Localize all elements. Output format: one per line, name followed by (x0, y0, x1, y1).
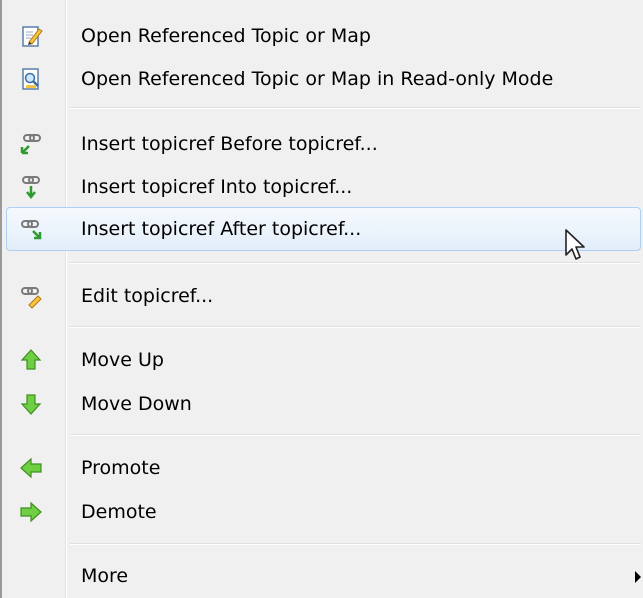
menu-item-label: Open Referenced Topic or Map (81, 25, 371, 47)
menu-item-label: Insert topicref Into topicref... (81, 176, 353, 198)
menu-item-demote[interactable]: Demote (6, 490, 641, 534)
arrow-right-icon (18, 499, 44, 525)
arrow-down-icon (18, 391, 44, 417)
menu-separator (70, 326, 641, 328)
menu-item-move-up[interactable]: Move Up (6, 338, 641, 382)
link-insert-into-icon (18, 174, 44, 200)
edit-document-icon (18, 23, 44, 49)
menu-item-insert-before[interactable]: Insert topicref Before topicref... (6, 122, 641, 166)
link-insert-before-icon (18, 131, 44, 157)
menu-item-label: Open Referenced Topic or Map in Read-onl… (81, 68, 554, 90)
mouse-pointer-icon (564, 228, 588, 266)
menu-item-label: Insert topicref After topicref... (81, 218, 362, 240)
menu-item-label: More (81, 565, 129, 587)
menu-item-insert-into[interactable]: Insert topicref Into topicref... (6, 165, 641, 209)
submenu-arrow-icon (635, 571, 641, 583)
menu-item-label: Insert topicref Before topicref... (81, 133, 378, 155)
menu-item-label: Move Up (81, 349, 164, 371)
menu-item-label: Edit topicref... (81, 285, 214, 307)
menu-item-label: Move Down (81, 393, 192, 415)
menu-separator (70, 543, 641, 545)
menu-separator (70, 434, 641, 436)
arrow-left-icon (18, 455, 44, 481)
menu-item-label: Promote (81, 457, 161, 479)
menu-item-promote[interactable]: Promote (6, 446, 641, 490)
arrow-up-icon (18, 347, 44, 373)
menu-item-label: Demote (81, 501, 157, 523)
menu-item-more[interactable]: More (6, 554, 641, 598)
menu-separator (70, 262, 641, 264)
menu-item-edit-topicref[interactable]: Edit topicref... (6, 274, 641, 318)
menu-separator (70, 107, 641, 109)
readonly-document-icon (18, 66, 44, 92)
link-edit-icon (18, 283, 44, 309)
link-insert-after-icon (18, 216, 44, 242)
menu-item-insert-after[interactable]: Insert topicref After topicref... (6, 207, 641, 251)
menu-item-move-down[interactable]: Move Down (6, 382, 641, 426)
menu-item-open-referenced[interactable]: Open Referenced Topic or Map (6, 14, 641, 58)
context-menu: Open Referenced Topic or Map Open Refere… (0, 0, 643, 598)
menu-item-open-referenced-readonly[interactable]: Open Referenced Topic or Map in Read-onl… (6, 57, 641, 101)
